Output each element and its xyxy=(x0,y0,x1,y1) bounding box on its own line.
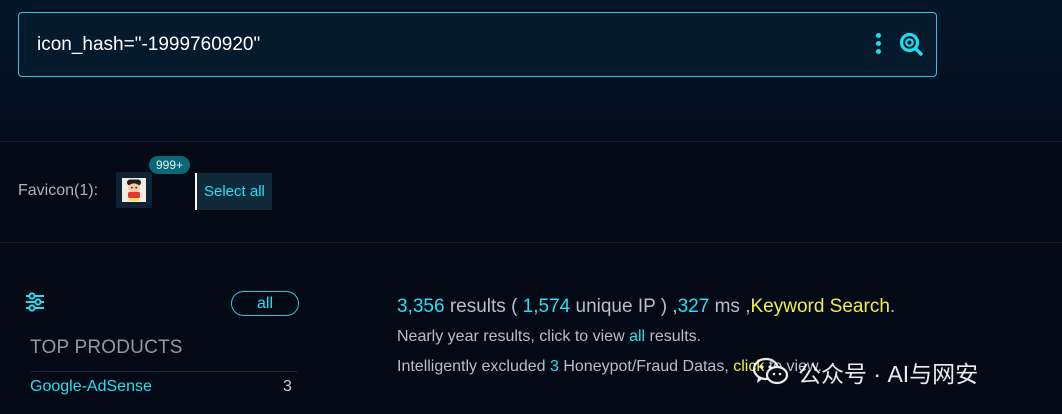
favicon-count-badge: 999+ xyxy=(149,156,191,174)
query-time-unit: ms , xyxy=(709,296,751,317)
results-summary: 3,356 results ( 1,574 unique IP ) ,327 m… xyxy=(397,296,895,318)
exclusion-prefix: Intelligently excluded xyxy=(397,358,550,375)
search-input[interactable] xyxy=(37,32,857,58)
search-icon[interactable] xyxy=(898,31,924,57)
search-area xyxy=(0,0,1062,142)
favicon-thumbnail[interactable] xyxy=(116,172,152,208)
more-vertical-icon[interactable] xyxy=(873,31,883,57)
section-divider xyxy=(0,242,1062,243)
section-divider xyxy=(0,141,1062,142)
year-results-suffix: results. xyxy=(645,328,702,345)
view-all-results-link[interactable]: all xyxy=(629,328,645,345)
unique-ip-word: unique IP ) , xyxy=(570,296,678,317)
wechat-icon xyxy=(752,357,789,385)
filter-icon[interactable] xyxy=(25,292,45,312)
watermark: 公众号 · AI与网安 xyxy=(752,352,978,392)
select-all-button[interactable]: Select all xyxy=(195,173,272,210)
all-filter-button[interactable]: all xyxy=(231,291,299,316)
watermark-text: 公众号 · AI与网安 xyxy=(798,361,979,387)
product-count: 3 xyxy=(283,378,292,395)
search-box xyxy=(18,12,937,77)
query-time: 327 xyxy=(677,296,710,317)
top-products-title: TOP PRODUCTS xyxy=(30,337,183,358)
results-period: . xyxy=(889,296,896,317)
unique-ip-count: 1,574 xyxy=(522,296,571,317)
exclusion-middle: Honeypot/Fraud Datas, xyxy=(558,358,734,375)
results-word: results ( xyxy=(444,296,523,317)
product-item-google-adsense[interactable]: Google-AdSense xyxy=(30,378,152,396)
year-results-prefix: Nearly year results, click to view xyxy=(397,328,630,345)
search-results-page: Favicon(1): 999+ Select all all TOP xyxy=(0,0,1062,414)
favicon-label: Favicon(1): xyxy=(18,182,99,199)
year-results-note: Nearly year results, click to view all r… xyxy=(397,328,701,346)
results-total: 3,356 xyxy=(397,296,445,317)
products-divider xyxy=(30,371,298,372)
keyword-search-link[interactable]: Keyword Search xyxy=(750,296,889,317)
excluded-count: 3 xyxy=(549,358,559,375)
